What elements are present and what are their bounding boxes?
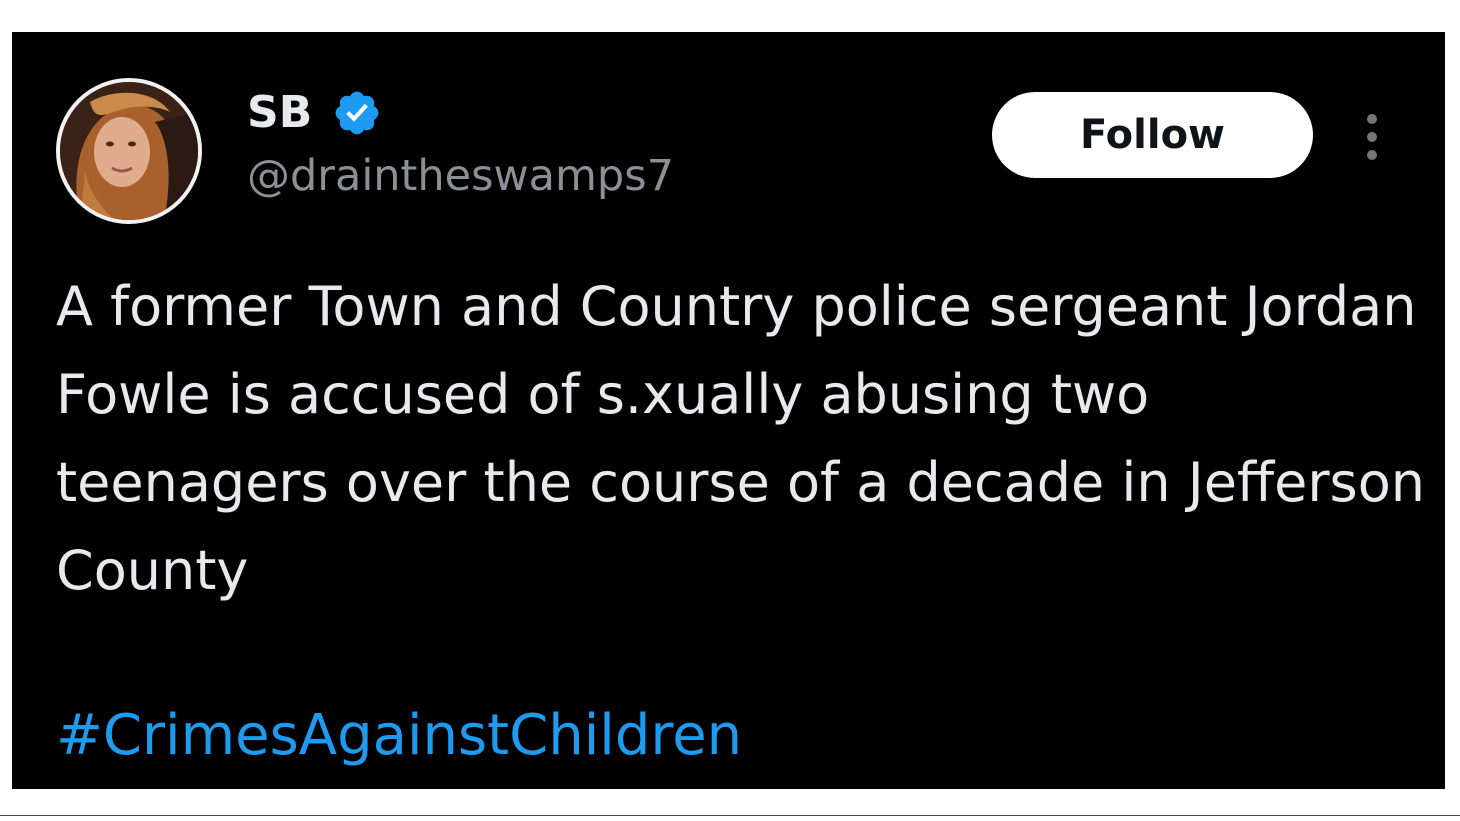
profile-photo-icon	[60, 82, 198, 220]
dot	[1367, 150, 1377, 160]
dot	[1367, 132, 1377, 142]
follow-button[interactable]: Follow	[992, 92, 1313, 178]
tweet-card: SB @draintheswamps7 Follow A former Town…	[12, 32, 1445, 789]
more-options-icon[interactable]	[1350, 110, 1394, 164]
avatar[interactable]	[56, 78, 202, 224]
author-handle[interactable]: @draintheswamps7	[247, 148, 674, 204]
hashtag-link[interactable]: #CrimesAgainstChildren	[56, 696, 742, 776]
divider	[0, 815, 1460, 816]
verified-badge-icon	[335, 91, 379, 135]
dot	[1367, 114, 1377, 124]
display-name[interactable]: SB	[247, 86, 312, 140]
tweet-text: A former Town and Country police sergean…	[56, 275, 1425, 602]
